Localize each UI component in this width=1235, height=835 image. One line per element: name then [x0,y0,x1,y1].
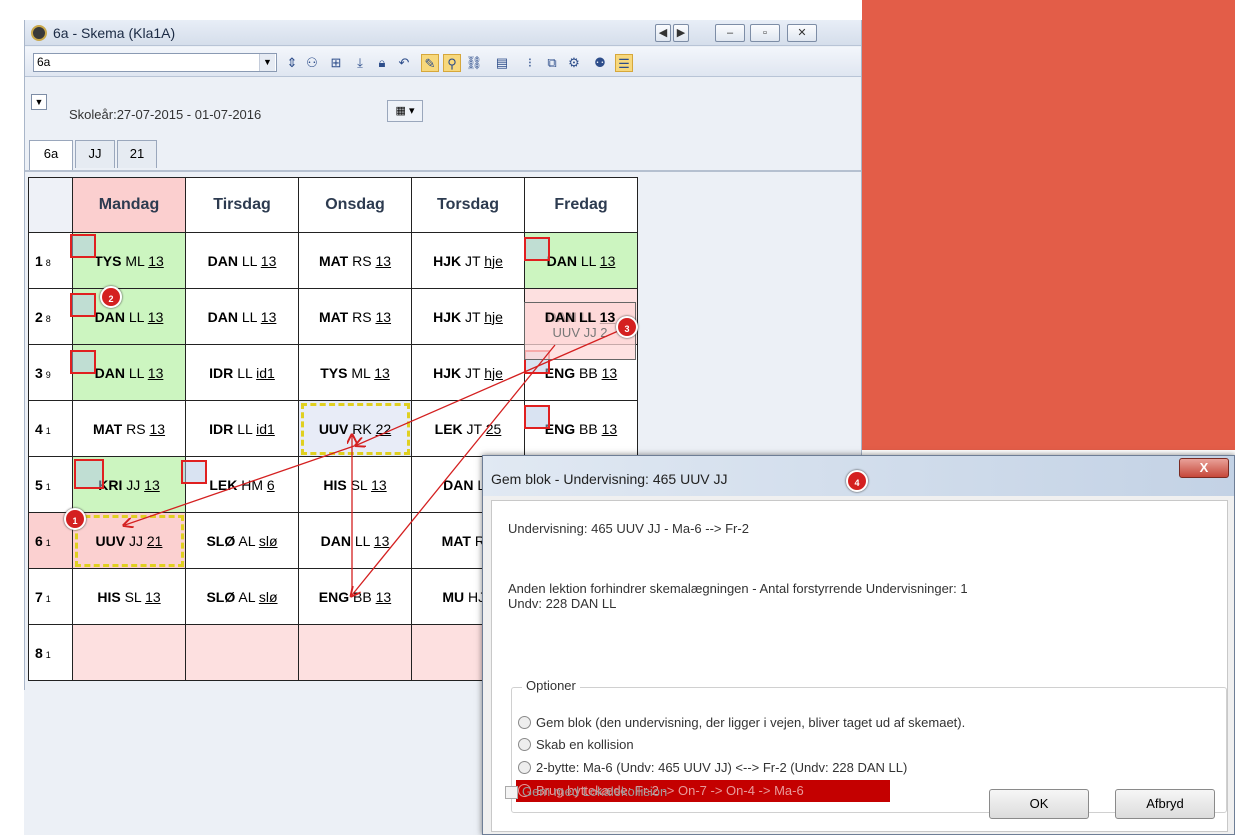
radio-button[interactable] [518,738,531,752]
checkbox[interactable] [505,786,518,800]
option-label: Gem blok (den undervisning, der ligger i… [536,715,966,730]
option-label: 2-bytte: Ma-6 (Undv: 465 UUV JJ) <--> Fr… [536,760,908,775]
cancel-button[interactable]: Afbryd [1115,789,1215,819]
dialog-undv-line: Undv: 228 DAN LL [508,596,617,611]
marker-badge: 3 [616,316,638,338]
dialog-lesson-line: Undervisning: 465 UUV JJ - Ma-6 --> Fr-2 [508,521,749,536]
ok-button[interactable]: OK [989,789,1089,819]
marker-badge: 4 [846,470,868,492]
options-legend: Optioner [522,678,580,693]
save-block-dialog: Gem blok - Undervisning: 465 UUV JJ X Un… [482,455,1235,835]
marker-badge: 2 [100,286,122,308]
dialog-body: Undervisning: 465 UUV JJ - Ma-6 --> Fr-2… [491,500,1228,832]
collision-checkbox[interactable]: Gem med Lokalekollision [505,784,668,800]
screenshot-stage: 6a - Skema (Kla1A) ◀ ▶ ‒ ▫ ✕ 6a ▼ ⇕ ⚇ ⊞ … [0,0,1235,835]
option-label: Skab en kollision [536,737,634,752]
dialog-title: Gem blok - Undervisning: 465 UUV JJ [491,471,728,487]
option-two-swap[interactable]: 2-bytte: Ma-6 (Undv: 465 UUV JJ) <--> Fr… [518,757,907,779]
arrow-line [125,444,358,525]
close-icon[interactable]: X [1179,458,1229,478]
checkbox-label: Gem med Lokalekollision [522,784,668,799]
option-save-block[interactable]: Gem blok (den undervisning, der ligger i… [518,712,965,734]
dialog-conflict-line: Anden lektion forhindrer skemalægningen … [508,581,968,596]
radio-button[interactable] [518,761,531,775]
marker-badge: 1 [64,508,86,530]
arrow-line [357,324,633,445]
option-collision[interactable]: Skab en kollision [518,734,634,756]
radio-button[interactable] [518,716,531,730]
